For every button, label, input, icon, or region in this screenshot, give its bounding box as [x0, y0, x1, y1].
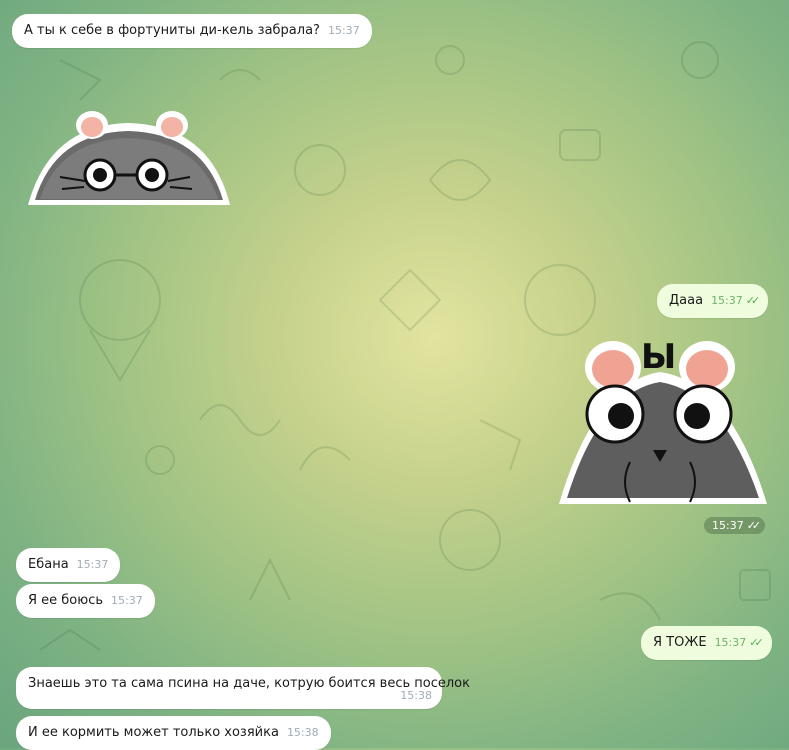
- message-time: 15:38: [400, 689, 432, 702]
- message-text: Я ее боюсь: [28, 593, 104, 608]
- message-time: 15:37: [111, 594, 143, 607]
- message-time: 15:37: [76, 558, 109, 571]
- rat-sticker[interactable]: Ы: [555, 332, 770, 512]
- message-text: Дааа: [669, 293, 704, 308]
- message-incoming[interactable]: И ее кормить может только хозяйка 15:38: [16, 716, 331, 750]
- chat-area: А ты к себе в фортуниты ди-кель забрала?…: [0, 0, 789, 750]
- message-outgoing[interactable]: Я ТОЖЕ 15:37 ✓✓: [641, 626, 772, 660]
- message-text: Я ТОЖЕ: [653, 635, 707, 650]
- message-time: 15:37: [327, 24, 360, 37]
- sticker-caption: Ы: [641, 337, 676, 377]
- sticker-time: 15:37 ✓✓: [704, 517, 766, 534]
- double-check-icon: ✓✓: [749, 636, 764, 649]
- message-text: А ты к себе в фортуниты ди-кель забрала?: [24, 23, 320, 38]
- double-check-icon: ✓✓: [745, 294, 761, 307]
- message-time: 15:37: [712, 519, 744, 532]
- message-incoming[interactable]: Я ее боюсь 15:37: [16, 584, 155, 618]
- message-time: 15:38: [286, 726, 319, 739]
- message-outgoing[interactable]: Дааа 15:37 ✓✓: [657, 284, 769, 318]
- message-incoming[interactable]: Ебана 15:37: [16, 548, 121, 582]
- message-text: И ее кормить может только хозяйка: [28, 725, 279, 740]
- message-incoming[interactable]: А ты к себе в фортуниты ди-кель забрала?…: [12, 14, 372, 48]
- message-time: 15:37: [711, 294, 743, 307]
- double-check-icon: ✓✓: [746, 519, 762, 532]
- message-text: Ебана: [28, 557, 69, 572]
- cat-sticker[interactable]: [20, 105, 235, 215]
- message-time: 15:37: [714, 636, 747, 649]
- message-incoming[interactable]: Знаешь это та сама псина на даче, котрую…: [16, 667, 470, 709]
